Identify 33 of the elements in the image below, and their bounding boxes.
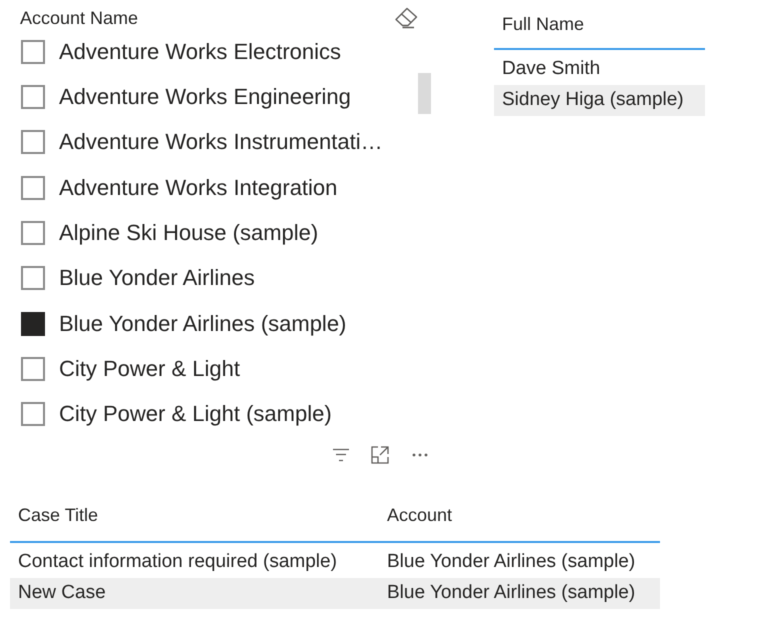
more-options-icon[interactable] — [412, 452, 428, 457]
slicer-item-label[interactable]: Alpine Ski House (sample) — [59, 218, 318, 247]
checkbox[interactable] — [21, 266, 45, 290]
slicer-title: Account Name — [20, 7, 138, 29]
table-cell: Sidney Higa (sample) — [494, 85, 705, 116]
filter-icon[interactable] — [333, 448, 349, 462]
checkbox[interactable] — [21, 356, 45, 381]
column-header[interactable]: Account — [379, 490, 660, 541]
slicer-item-label[interactable]: Adventure Works Instrumentati… — [59, 128, 383, 156]
column-header[interactable]: Case Title — [10, 490, 379, 541]
checkbox[interactable] — [21, 130, 45, 154]
checkbox[interactable] — [21, 176, 45, 200]
slicer-item-label[interactable]: Adventure Works Electronics — [59, 38, 342, 66]
table-cell-text: Contact information required (sample) — [17, 550, 338, 574]
checkbox[interactable] — [21, 84, 45, 109]
table-cell-text: Dave Smith — [501, 57, 602, 82]
slicer-item-label[interactable]: Adventure Works Engineering — [59, 82, 351, 111]
checkbox[interactable] — [21, 402, 45, 426]
eraser-icon[interactable] — [394, 7, 418, 29]
checkbox[interactable] — [21, 312, 45, 336]
slicer-item-label[interactable]: Blue Yonder Airlines (sample) — [59, 310, 346, 338]
slicer-item-label[interactable]: Blue Yonder Airlines — [59, 264, 255, 292]
slicer-item-label[interactable]: City Power & Light — [59, 354, 240, 383]
checkbox[interactable] — [21, 220, 45, 245]
column-header[interactable]: Full Name — [494, 0, 705, 48]
table-cell-text: Blue Yonder Airlines (sample) — [386, 550, 636, 574]
table-cell: Blue Yonder Airlines (sample) — [379, 578, 660, 609]
slicer-item-label[interactable]: Adventure Works Integration — [59, 174, 338, 202]
table-cell: New Case — [10, 578, 379, 609]
slicer-item-label[interactable]: City Power & Light (sample) — [59, 400, 332, 428]
checkbox[interactable] — [21, 40, 45, 64]
scrollbar-thumb[interactable] — [418, 73, 431, 114]
expand-icon[interactable] — [371, 446, 389, 464]
